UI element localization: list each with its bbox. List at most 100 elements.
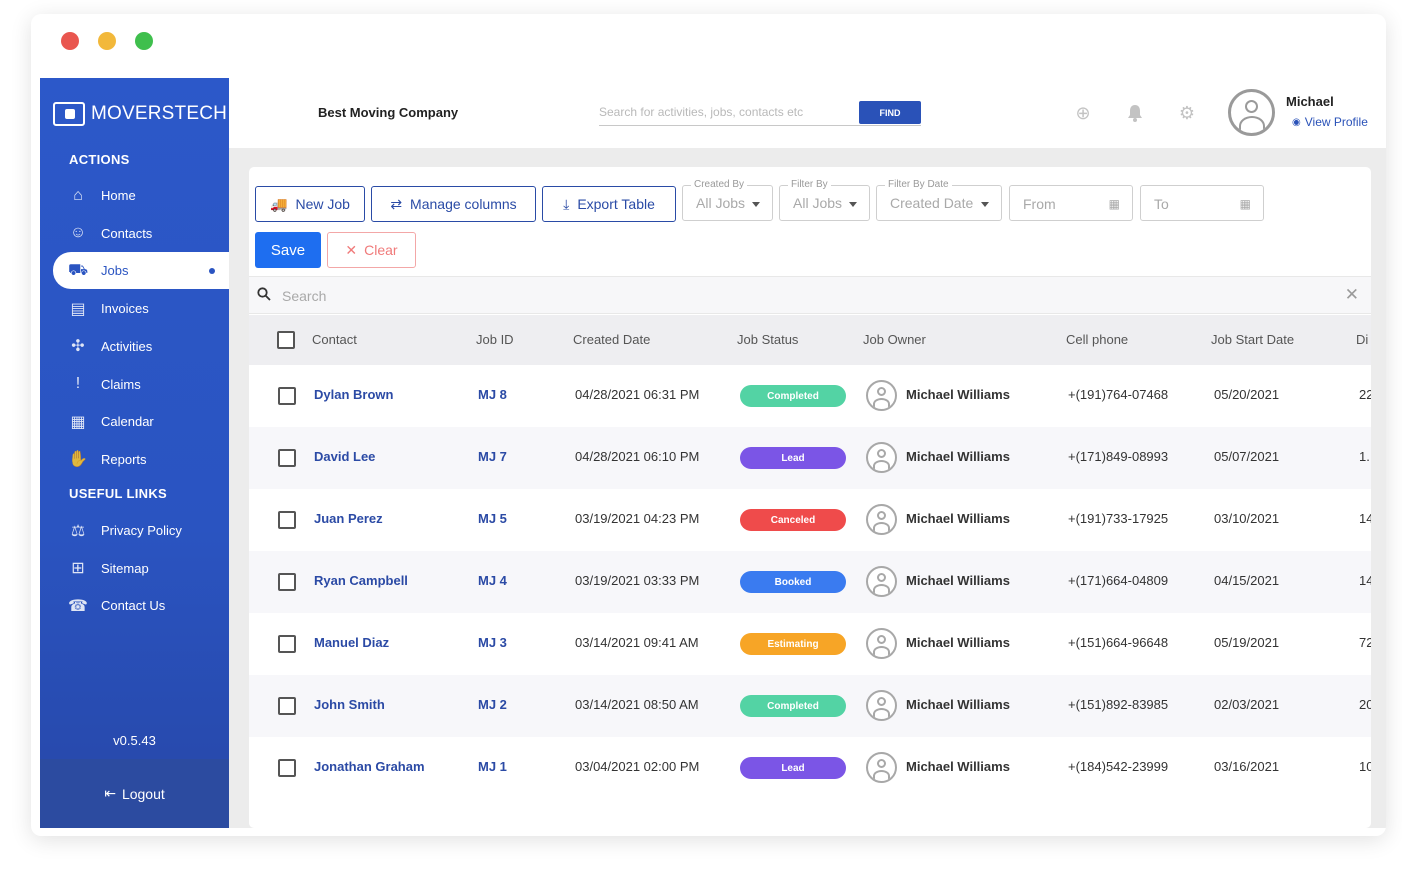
sidebar-item-calendar[interactable]: ▦ Calendar [53,403,229,440]
contact-link[interactable]: Juan Perez [314,511,383,526]
add-circle-icon[interactable]: ⊕ [1072,102,1094,124]
table-row[interactable]: Dylan Brown MJ 8 04/28/2021 06:31 PM Com… [249,365,1371,427]
job-id-link[interactable]: MJ 3 [478,635,507,650]
row-checkbox[interactable] [278,635,296,653]
created-date: 03/14/2021 08:50 AM [575,697,699,712]
row-checkbox[interactable] [278,449,296,467]
column-header-contact[interactable]: Contact [312,332,357,347]
clear-search-icon[interactable]: ✕ [1345,285,1359,305]
job-id-link[interactable]: MJ 5 [478,511,507,526]
job-start-date: 05/20/2021 [1214,387,1280,402]
job-id-link[interactable]: MJ 7 [478,449,507,464]
sidebar-item-contacts[interactable]: ☺ Contacts [53,215,229,252]
company-name: Best Moving Company [318,105,459,120]
job-id-link[interactable]: MJ 8 [478,387,507,402]
sidebar-item-label: Contacts [101,225,153,241]
status-badge: Estimating [740,633,846,655]
status-badge: Lead [740,757,846,779]
contact-link[interactable]: Ryan Campbell [314,573,408,588]
row-checkbox[interactable] [278,759,296,777]
owner-avatar [866,752,897,783]
eye-icon: ◉ [1292,116,1301,128]
created-date: 03/14/2021 09:41 AM [575,635,699,650]
calendar-icon: ▦ [1239,197,1251,211]
column-header-job-status[interactable]: Job Status [737,332,798,347]
global-search-input[interactable] [599,101,849,123]
job-owner: Michael Williams [906,573,1010,588]
view-profile-label: View Profile [1304,115,1368,129]
cell-phone: +(171)849-08993 [1068,449,1169,464]
table-row[interactable]: Juan Perez MJ 5 03/19/2021 04:23 PM Canc… [249,489,1371,551]
table-row[interactable]: Jonathan Graham MJ 1 03/04/2021 02:00 PM… [249,737,1371,799]
sidebar-item-home[interactable]: ⌂ Home [53,177,229,214]
contact-link[interactable]: David Lee [314,449,375,464]
filter-by-date-label: Filter By Date [885,179,952,190]
hand-icon: ✋ [68,451,88,469]
filter-by-select[interactable]: Filter By All Jobs [779,179,870,221]
sidebar-item-jobs[interactable]: ⛟ Jobs [53,252,229,290]
new-job-button[interactable]: 🚚 New Job [255,186,365,222]
to-date-field[interactable]: To ▦ [1140,185,1264,221]
column-header-created-date[interactable]: Created Date [573,332,650,347]
clear-button[interactable]: ✕ Clear [327,232,416,268]
sidebar-item-reports[interactable]: ✋ Reports [53,441,229,478]
logout-button[interactable]: ⇤ Logout [40,759,229,828]
filter-by-label: Filter By [788,179,831,190]
minimize-window-button[interactable] [98,32,116,50]
app-window: MOVERSTECH ACTIONS ⌂ Home ☺ Contacts ⛟ Jobs ▤ I… [31,14,1386,836]
find-button[interactable]: FIND [859,101,921,124]
view-profile-link[interactable]: ◉ View Profile [1292,115,1368,129]
column-header-cell-phone[interactable]: Cell phone [1066,332,1128,347]
contact-link[interactable]: Dylan Brown [314,387,393,402]
job-id-link[interactable]: MJ 1 [478,759,507,774]
sidebar-item-claims[interactable]: ! Claims [53,366,229,403]
app-version: v0.5.43 [113,733,156,748]
filter-by-value: All Jobs [793,195,843,211]
table-search: Search ✕ [249,276,1371,314]
sidebar-item-contact-us[interactable]: ☎ Contact Us [53,587,229,624]
row-checkbox[interactable] [278,697,296,715]
sidebar-item-invoices[interactable]: ▤ Invoices [53,290,229,327]
table-row[interactable]: Ryan Campbell MJ 4 03/19/2021 03:33 PM B… [249,551,1371,613]
table-search-input[interactable]: Search [282,288,326,304]
column-header-job-id[interactable]: Job ID [476,332,514,347]
logo-icon [53,102,85,126]
global-search: FIND [599,101,921,126]
job-id-link[interactable]: MJ 2 [478,697,507,712]
row-checkbox[interactable] [278,511,296,529]
created-by-select[interactable]: Created By All Jobs [682,179,773,221]
table-row[interactable]: John Smith MJ 2 03/14/2021 08:50 AM Comp… [249,675,1371,737]
user-avatar[interactable] [1228,89,1275,136]
column-header-job-start-date[interactable]: Job Start Date [1211,332,1294,347]
contact-link[interactable]: Manuel Diaz [314,635,389,650]
filter-by-date-select[interactable]: Filter By Date Created Date [876,179,1002,221]
job-owner: Michael Williams [906,759,1010,774]
caret-down-icon [981,202,989,207]
sidebar-item-label: Sitemap [101,560,149,576]
row-checkbox[interactable] [278,573,296,591]
table-row[interactable]: David Lee MJ 7 04/28/2021 06:10 PM Lead … [249,427,1371,489]
contact-link[interactable]: John Smith [314,697,385,712]
row-checkbox[interactable] [278,387,296,405]
select-all-checkbox[interactable] [277,331,295,349]
table-row[interactable]: Manuel Diaz MJ 3 03/14/2021 09:41 AM Est… [249,613,1371,675]
manage-columns-button[interactable]: ⇄ Manage columns [371,186,536,222]
sidebar-item-activities[interactable]: ✣ Activities [53,328,229,365]
gear-icon[interactable]: ⚙ [1176,102,1198,124]
job-id-link[interactable]: MJ 4 [478,573,507,588]
sidebar-item-sitemap[interactable]: ⊞ Sitemap [53,550,229,587]
logo[interactable]: MOVERSTECH [53,102,227,126]
bell-icon[interactable] [1124,102,1146,124]
export-table-button[interactable]: ⤓ Export Table [542,186,676,222]
save-button[interactable]: Save [255,232,321,268]
contact-link[interactable]: Jonathan Graham [314,759,425,774]
column-header-di[interactable]: Di [1356,332,1368,347]
column-header-job-owner[interactable]: Job Owner [863,332,926,347]
sidebar-item-privacy-policy[interactable]: ⚖ Privacy Policy [53,512,229,549]
caret-down-icon [752,202,760,207]
status-badge: Lead [740,447,846,469]
cell-phone: +(151)664-96648 [1068,635,1169,650]
from-date-field[interactable]: From ▦ [1009,185,1133,221]
maximize-window-button[interactable] [135,32,153,50]
close-window-button[interactable] [61,32,79,50]
